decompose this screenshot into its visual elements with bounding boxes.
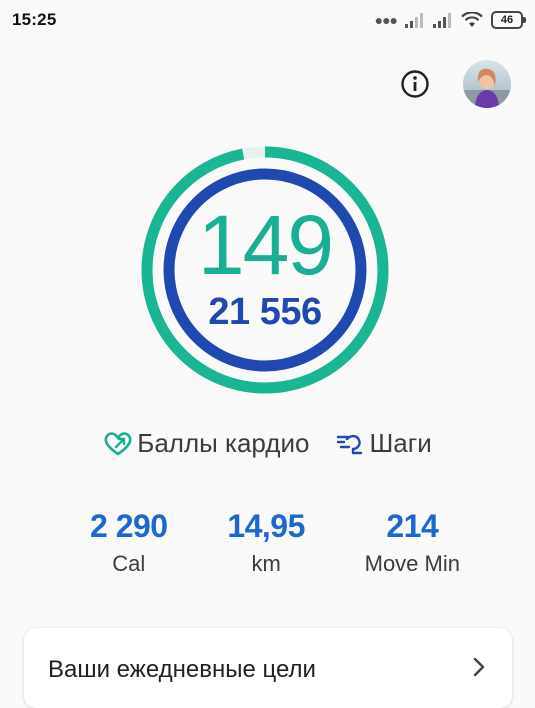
- stats-row: 2 290 Cal 14,95 km 214 Move Min: [90, 508, 460, 577]
- stat-move-minutes: 214 Move Min: [365, 508, 460, 577]
- legend-heart-label: Баллы кардио: [137, 428, 310, 458]
- header-actions: [399, 60, 511, 108]
- status-time: 15:25: [12, 10, 57, 29]
- stat-value: 2 290: [90, 508, 168, 544]
- steps-value: 21 556: [208, 291, 322, 333]
- activity-rings[interactable]: 149 21 556: [140, 145, 390, 395]
- stat-distance: 14,95 km: [227, 508, 305, 577]
- signal-icon: [405, 13, 423, 28]
- stat-calories: 2 290 Cal: [90, 508, 168, 577]
- stat-value: 14,95: [227, 508, 305, 544]
- stat-label: Move Min: [364, 551, 460, 576]
- ring-values: 149 21 556: [140, 145, 390, 395]
- more-dots-icon: ●●●: [374, 12, 398, 28]
- heart-points-value: 149: [197, 198, 334, 292]
- legend-steps: Шаги: [335, 428, 432, 459]
- avatar[interactable]: [463, 60, 511, 108]
- legend-heart-points: Баллы кардио: [103, 428, 309, 459]
- heart-points-icon: [104, 431, 132, 455]
- stat-label: km: [251, 551, 281, 576]
- status-icons: ●●● 46: [374, 11, 526, 29]
- wifi-icon: [461, 12, 483, 27]
- status-bar: 15:25 ●●● 46: [0, 0, 535, 40]
- daily-goals-card[interactable]: Ваши ежедневные цели: [24, 628, 512, 708]
- chevron-right-icon: [473, 657, 485, 677]
- battery-icon: 46: [491, 11, 526, 29]
- info-icon[interactable]: [399, 68, 431, 100]
- signal-icon: [433, 13, 451, 28]
- steps-icon: [337, 434, 363, 454]
- legend-steps-label: Шаги: [369, 428, 432, 458]
- ring-legend: Баллы кардио Шаги: [0, 428, 535, 459]
- stat-label: Cal: [112, 551, 146, 576]
- stat-value: 214: [386, 508, 439, 544]
